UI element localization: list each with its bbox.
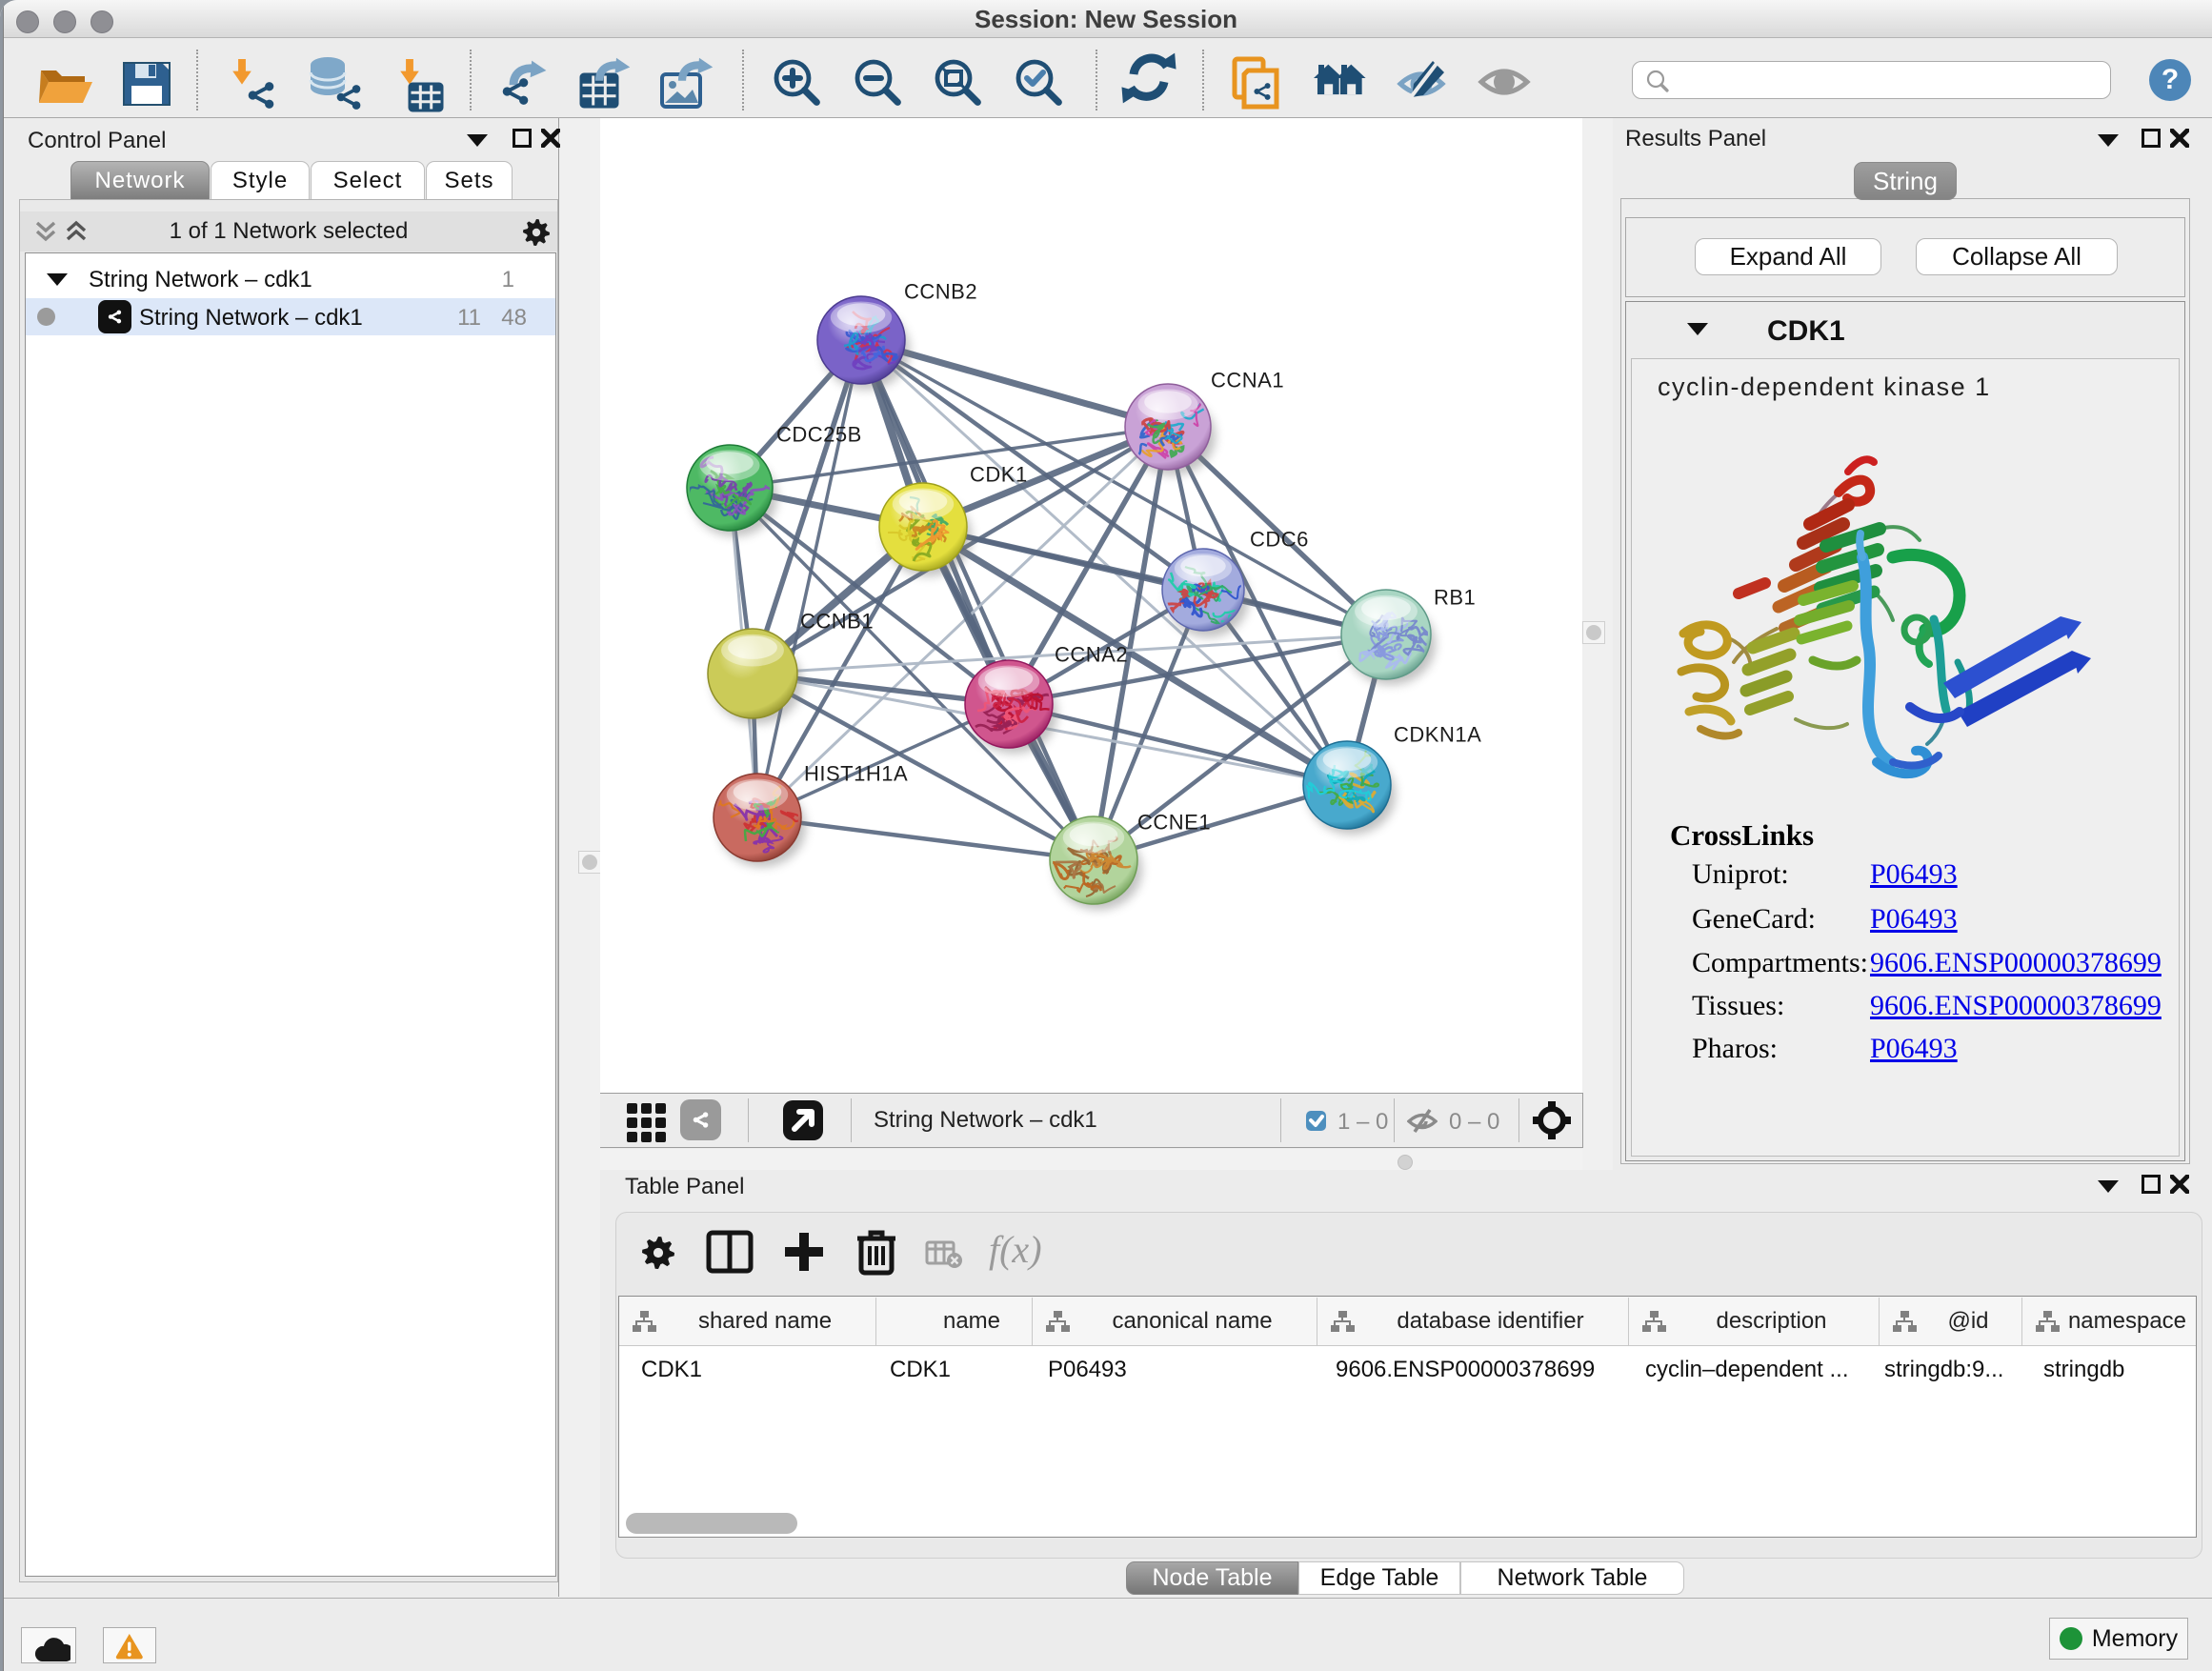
svg-text:CDKN1A: CDKN1A (1394, 723, 1481, 747)
svg-text:CDC6: CDC6 (1250, 528, 1309, 552)
svg-text:RB1: RB1 (1434, 586, 1476, 610)
svg-text:HIST1H1A: HIST1H1A (804, 762, 908, 786)
svg-text:CCNB2: CCNB2 (904, 280, 977, 304)
svg-text:CCNA1: CCNA1 (1211, 369, 1284, 393)
svg-text:CCNE1: CCNE1 (1137, 811, 1211, 835)
svg-text:CDC25B: CDC25B (776, 423, 862, 447)
svg-text:CCNB1: CCNB1 (800, 610, 874, 634)
svg-text:CDK1: CDK1 (970, 463, 1028, 487)
svg-text:CCNA2: CCNA2 (1055, 643, 1128, 667)
